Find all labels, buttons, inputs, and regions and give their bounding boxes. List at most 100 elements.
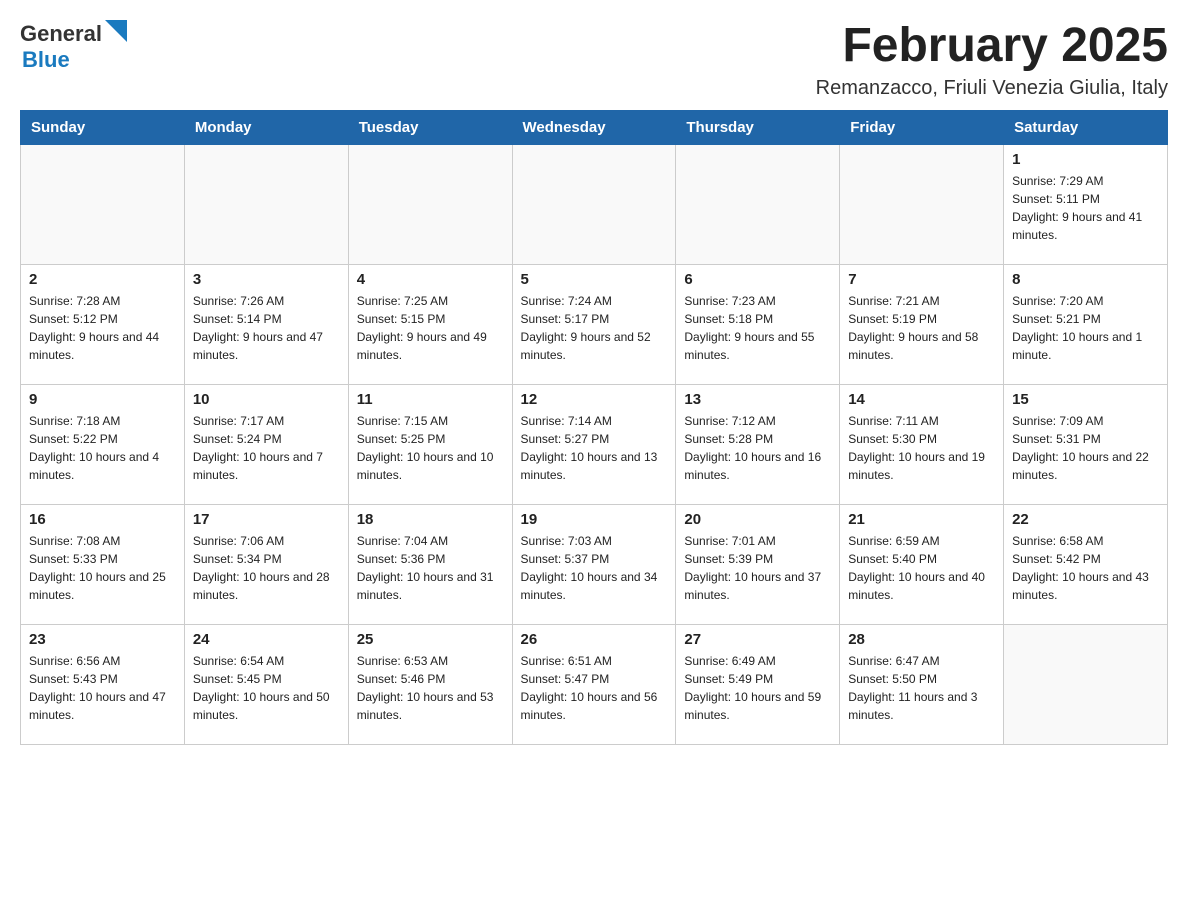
calendar-week-row: 9 Sunrise: 7:18 AM Sunset: 5:22 PM Daylig… bbox=[21, 384, 1168, 504]
header-monday: Monday bbox=[184, 110, 348, 144]
calendar-cell: 18 Sunrise: 7:04 AM Sunset: 5:36 PM Dayli… bbox=[348, 504, 512, 624]
calendar-week-row: 23 Sunrise: 6:56 AM Sunset: 5:43 PM Dayli… bbox=[21, 624, 1168, 744]
logo-general-text: General bbox=[20, 21, 102, 47]
day-info: Sunrise: 7:03 AM Sunset: 5:37 PM Dayligh… bbox=[521, 532, 668, 604]
day-info: Sunrise: 7:14 AM Sunset: 5:27 PM Dayligh… bbox=[521, 412, 668, 484]
calendar-cell: 7 Sunrise: 7:21 AM Sunset: 5:19 PM Daylig… bbox=[840, 264, 1004, 384]
day-info: Sunrise: 6:53 AM Sunset: 5:46 PM Dayligh… bbox=[357, 652, 504, 724]
month-title: February 2025 bbox=[816, 20, 1168, 73]
page-header: General Blue February 2025 Remanzacco, F… bbox=[20, 20, 1168, 100]
day-info: Sunrise: 7:04 AM Sunset: 5:36 PM Dayligh… bbox=[357, 532, 504, 604]
calendar-cell bbox=[1004, 624, 1168, 744]
day-number: 22 bbox=[1012, 511, 1159, 528]
day-number: 25 bbox=[357, 631, 504, 648]
day-number: 5 bbox=[521, 271, 668, 288]
day-info: Sunrise: 7:08 AM Sunset: 5:33 PM Dayligh… bbox=[29, 532, 176, 604]
day-info: Sunrise: 6:51 AM Sunset: 5:47 PM Dayligh… bbox=[521, 652, 668, 724]
day-info: Sunrise: 6:54 AM Sunset: 5:45 PM Dayligh… bbox=[193, 652, 340, 724]
calendar-cell bbox=[21, 144, 185, 264]
day-info: Sunrise: 6:59 AM Sunset: 5:40 PM Dayligh… bbox=[848, 532, 995, 604]
calendar-cell: 24 Sunrise: 6:54 AM Sunset: 5:45 PM Dayli… bbox=[184, 624, 348, 744]
day-number: 8 bbox=[1012, 271, 1159, 288]
calendar-cell: 17Sunrise: 7:06 AM Sunset: 5:34 PM Dayli… bbox=[184, 504, 348, 624]
day-info: Sunrise: 7:11 AM Sunset: 5:30 PM Dayligh… bbox=[848, 412, 995, 484]
logo-blue-text: Blue bbox=[22, 47, 70, 73]
calendar-header: Sunday Monday Tuesday Wednesday Thursday… bbox=[21, 110, 1168, 144]
day-info: Sunrise: 7:18 AM Sunset: 5:22 PM Dayligh… bbox=[29, 412, 176, 484]
header-wednesday: Wednesday bbox=[512, 110, 676, 144]
calendar-cell bbox=[184, 144, 348, 264]
day-number: 24 bbox=[193, 631, 340, 648]
calendar-cell: 1 Sunrise: 7:29 AM Sunset: 5:11 PM Daylig… bbox=[1004, 144, 1168, 264]
calendar-cell bbox=[512, 144, 676, 264]
day-number: 28 bbox=[848, 631, 995, 648]
day-number: 10 bbox=[193, 391, 340, 408]
logo-triangle-icon bbox=[105, 20, 127, 42]
header-sunday: Sunday bbox=[21, 110, 185, 144]
day-number: 1 bbox=[1012, 151, 1159, 168]
day-number: 13 bbox=[684, 391, 831, 408]
calendar-week-row: 16 Sunrise: 7:08 AM Sunset: 5:33 PM Dayli… bbox=[21, 504, 1168, 624]
day-info: Sunrise: 7:15 AM Sunset: 5:25 PM Dayligh… bbox=[357, 412, 504, 484]
day-number: 23 bbox=[29, 631, 176, 648]
day-info: Sunrise: 7:24 AM Sunset: 5:17 PM Dayligh… bbox=[521, 292, 668, 364]
header-friday: Friday bbox=[840, 110, 1004, 144]
day-number: 6 bbox=[684, 271, 831, 288]
day-info: Sunrise: 6:56 AM Sunset: 5:43 PM Dayligh… bbox=[29, 652, 176, 724]
day-number: 20 bbox=[684, 511, 831, 528]
day-number: 19 bbox=[521, 511, 668, 528]
day-number: 7 bbox=[848, 271, 995, 288]
day-number: 12 bbox=[521, 391, 668, 408]
day-info: Sunrise: 7:20 AM Sunset: 5:21 PM Dayligh… bbox=[1012, 292, 1159, 364]
calendar-cell: 8 Sunrise: 7:20 AM Sunset: 5:21 PM Daylig… bbox=[1004, 264, 1168, 384]
day-number: 26 bbox=[521, 631, 668, 648]
header-tuesday: Tuesday bbox=[348, 110, 512, 144]
day-info: Sunrise: 7:06 AM Sunset: 5:34 PM Dayligh… bbox=[193, 532, 340, 604]
day-number: 11 bbox=[357, 391, 504, 408]
calendar-cell: 16 Sunrise: 7:08 AM Sunset: 5:33 PM Dayli… bbox=[21, 504, 185, 624]
calendar-cell: 4Sunrise: 7:25 AM Sunset: 5:15 PM Daylig… bbox=[348, 264, 512, 384]
day-number: 2 bbox=[29, 271, 176, 288]
calendar-cell: 21 Sunrise: 6:59 AM Sunset: 5:40 PM Dayli… bbox=[840, 504, 1004, 624]
day-info: Sunrise: 7:23 AM Sunset: 5:18 PM Dayligh… bbox=[684, 292, 831, 364]
day-info: Sunrise: 7:12 AM Sunset: 5:28 PM Dayligh… bbox=[684, 412, 831, 484]
header-saturday: Saturday bbox=[1004, 110, 1168, 144]
day-number: 15 bbox=[1012, 391, 1159, 408]
calendar-cell bbox=[840, 144, 1004, 264]
calendar-body: 1 Sunrise: 7:29 AM Sunset: 5:11 PM Daylig… bbox=[21, 144, 1168, 744]
day-info: Sunrise: 6:47 AM Sunset: 5:50 PM Dayligh… bbox=[848, 652, 995, 724]
calendar-cell: 6 Sunrise: 7:23 AM Sunset: 5:18 PM Daylig… bbox=[676, 264, 840, 384]
calendar-cell: 22 Sunrise: 6:58 AM Sunset: 5:42 PM Dayli… bbox=[1004, 504, 1168, 624]
day-info: Sunrise: 6:58 AM Sunset: 5:42 PM Dayligh… bbox=[1012, 532, 1159, 604]
day-info: Sunrise: 7:09 AM Sunset: 5:31 PM Dayligh… bbox=[1012, 412, 1159, 484]
weekday-header-row: Sunday Monday Tuesday Wednesday Thursday… bbox=[21, 110, 1168, 144]
calendar-cell: 23 Sunrise: 6:56 AM Sunset: 5:43 PM Dayli… bbox=[21, 624, 185, 744]
day-number: 18 bbox=[357, 511, 504, 528]
day-number: 14 bbox=[848, 391, 995, 408]
day-number: 9 bbox=[29, 391, 176, 408]
calendar-cell: 19 Sunrise: 7:03 AM Sunset: 5:37 PM Dayli… bbox=[512, 504, 676, 624]
day-info: Sunrise: 7:21 AM Sunset: 5:19 PM Dayligh… bbox=[848, 292, 995, 364]
day-number: 3 bbox=[193, 271, 340, 288]
calendar-cell: 28 Sunrise: 6:47 AM Sunset: 5:50 PM Dayli… bbox=[840, 624, 1004, 744]
calendar-cell: 3Sunrise: 7:26 AM Sunset: 5:14 PM Daylig… bbox=[184, 264, 348, 384]
day-info: Sunrise: 6:49 AM Sunset: 5:49 PM Dayligh… bbox=[684, 652, 831, 724]
calendar-cell: 26 Sunrise: 6:51 AM Sunset: 5:47 PM Dayli… bbox=[512, 624, 676, 744]
title-block: February 2025 Remanzacco, Friuli Venezia… bbox=[816, 20, 1168, 100]
day-info: Sunrise: 7:25 AM Sunset: 5:15 PM Dayligh… bbox=[357, 292, 504, 364]
calendar-cell: 11 Sunrise: 7:15 AM Sunset: 5:25 PM Dayli… bbox=[348, 384, 512, 504]
location-subtitle: Remanzacco, Friuli Venezia Giulia, Italy bbox=[816, 77, 1168, 100]
calendar-cell: 13 Sunrise: 7:12 AM Sunset: 5:28 PM Dayli… bbox=[676, 384, 840, 504]
calendar-cell: 14 Sunrise: 7:11 AM Sunset: 5:30 PM Dayli… bbox=[840, 384, 1004, 504]
calendar-cell: 9 Sunrise: 7:18 AM Sunset: 5:22 PM Daylig… bbox=[21, 384, 185, 504]
day-number: 16 bbox=[29, 511, 176, 528]
calendar-cell: 15 Sunrise: 7:09 AM Sunset: 5:31 PM Dayli… bbox=[1004, 384, 1168, 504]
calendar-week-row: 2 Sunrise: 7:28 AM Sunset: 5:12 PM Daylig… bbox=[21, 264, 1168, 384]
day-number: 21 bbox=[848, 511, 995, 528]
calendar-cell bbox=[676, 144, 840, 264]
day-info: Sunrise: 7:29 AM Sunset: 5:11 PM Dayligh… bbox=[1012, 172, 1159, 244]
calendar-week-row: 1 Sunrise: 7:29 AM Sunset: 5:11 PM Daylig… bbox=[21, 144, 1168, 264]
calendar-cell: 27Sunrise: 6:49 AM Sunset: 5:49 PM Dayli… bbox=[676, 624, 840, 744]
day-info: Sunrise: 7:28 AM Sunset: 5:12 PM Dayligh… bbox=[29, 292, 176, 364]
day-info: Sunrise: 7:17 AM Sunset: 5:24 PM Dayligh… bbox=[193, 412, 340, 484]
